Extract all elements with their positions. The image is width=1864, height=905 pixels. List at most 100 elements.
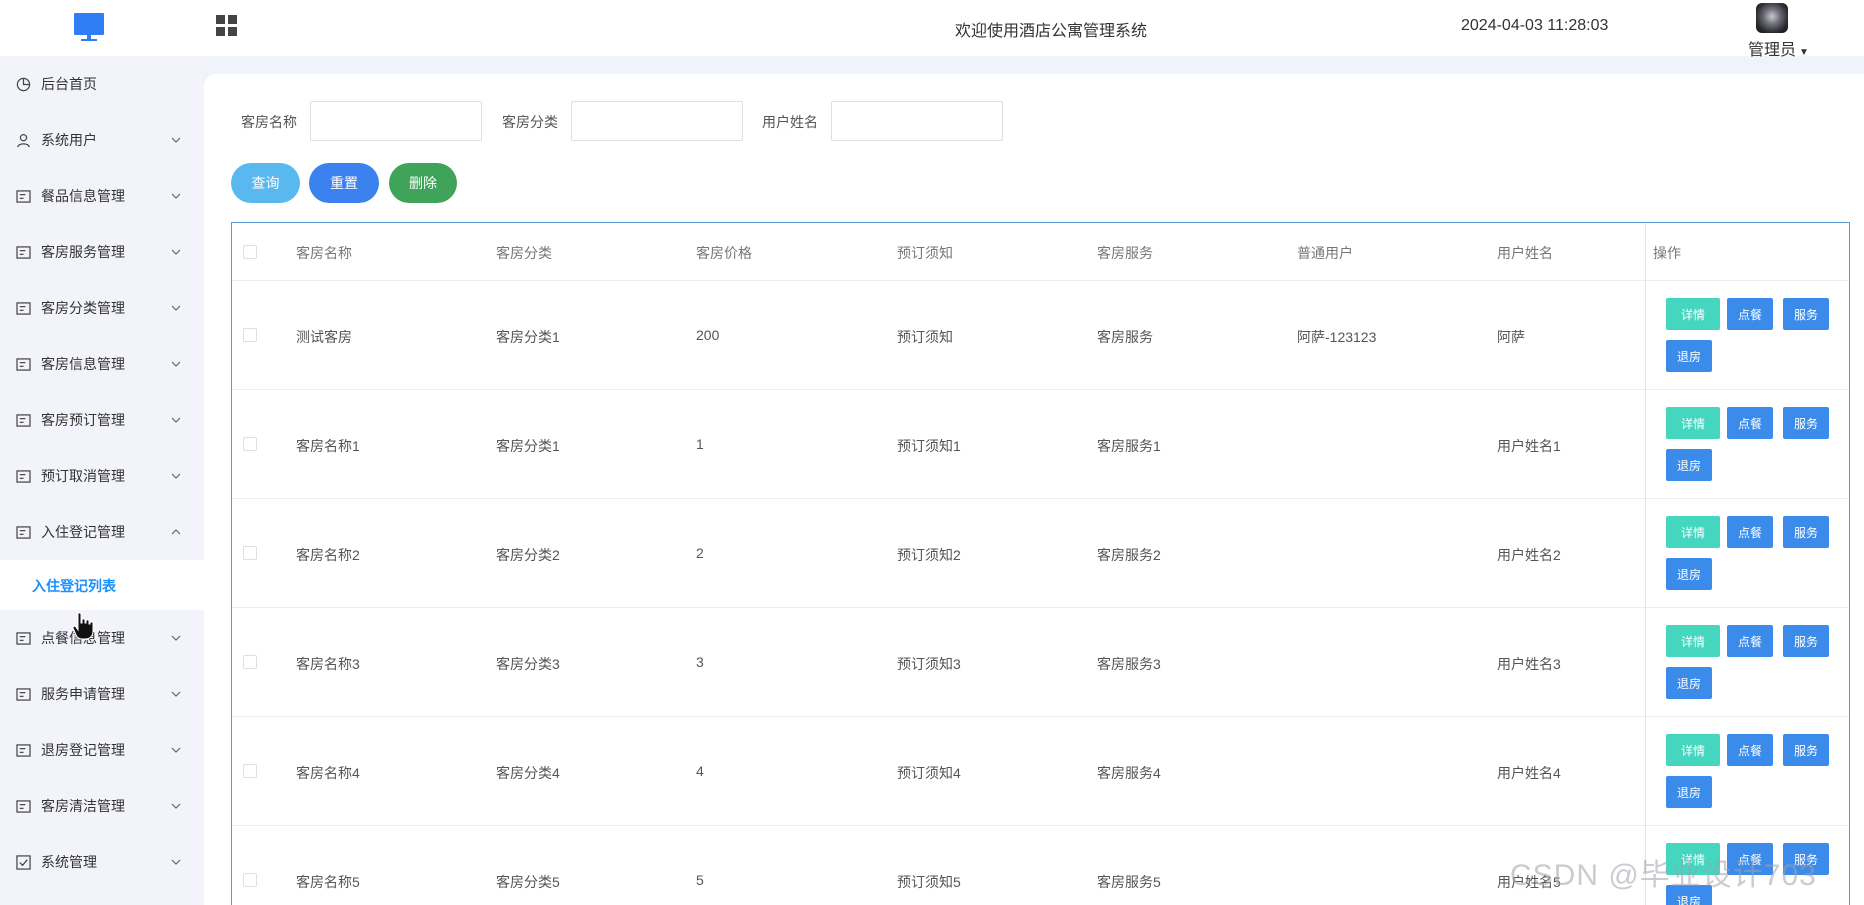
order-meal-button[interactable]: 点餐 (1727, 407, 1773, 439)
row-checkbox[interactable] (243, 546, 257, 560)
reset-button[interactable]: 重置 (309, 163, 379, 203)
checkout-button[interactable]: 退房 (1666, 558, 1712, 590)
checkout-button[interactable]: 退房 (1666, 340, 1712, 372)
hand-cursor-icon (72, 612, 94, 640)
service-button[interactable]: 服务 (1783, 625, 1829, 657)
user-name-input[interactable] (831, 101, 1003, 141)
list-icon (15, 468, 31, 484)
table-cell: 预订须知1 (897, 438, 961, 454)
order-meal-button[interactable]: 点餐 (1727, 516, 1773, 548)
chevron-down-icon (171, 247, 181, 258)
service-button[interactable]: 服务 (1783, 734, 1829, 766)
sidebar-item-13[interactable]: 系统管理 (0, 834, 204, 890)
sidebar-item-0[interactable]: 后台首页 (0, 56, 204, 112)
user-icon (15, 132, 31, 148)
search-label-room-category: 客房分类 (502, 114, 558, 130)
row-checkbox[interactable] (243, 764, 257, 778)
sidebar-item-label: 客房清洁管理 (41, 798, 125, 814)
chevron-down-icon: ▼ (1799, 47, 1809, 58)
sidebar-item-1[interactable]: 系统用户 (0, 112, 204, 168)
checkout-button[interactable]: 退房 (1666, 667, 1712, 699)
room-name-input[interactable] (310, 101, 482, 141)
detail-button[interactable]: 详情 (1666, 298, 1720, 330)
table-cell: 5 (696, 872, 704, 888)
top-header: 欢迎使用酒店公寓管理系统 2024-04-03 11:28:03 管理员 ▼ (0, 0, 1864, 59)
sidebar-item-4[interactable]: 客房分类管理 (0, 280, 204, 336)
sidebar-item-6[interactable]: 客房预订管理 (0, 392, 204, 448)
sidebar-item-label: 系统用户 (41, 132, 97, 148)
sidebar-subitem-checkin-list[interactable]: 入住登记列表 (0, 560, 204, 610)
table-cell: 预订须知5 (897, 874, 961, 890)
service-button[interactable]: 服务 (1783, 407, 1829, 439)
table-row: 客房名称3 客房分类3 3 预订须知3 客房服务3 用户姓名3 详情 点餐 服务 退房 (232, 608, 1849, 717)
order-meal-button[interactable]: 点餐 (1727, 298, 1773, 330)
table-cell: 用户姓名2 (1497, 547, 1561, 563)
row-checkbox[interactable] (243, 328, 257, 342)
list-icon (15, 356, 31, 372)
sidebar-item-3[interactable]: 客房服务管理 (0, 224, 204, 280)
sidebar-item-10[interactable]: 服务申请管理 (0, 666, 204, 722)
order-meal-button[interactable]: 点餐 (1727, 734, 1773, 766)
select-all-checkbox[interactable] (243, 245, 257, 259)
row-checkbox[interactable] (243, 437, 257, 451)
table-cell: 客房名称4 (296, 765, 360, 781)
query-button[interactable]: 查询 (231, 163, 300, 203)
table-cell: 客房名称1 (296, 438, 360, 454)
order-meal-button[interactable]: 点餐 (1727, 625, 1773, 657)
sidebar-item-label: 预订取消管理 (41, 468, 125, 484)
row-checkbox[interactable] (243, 873, 257, 887)
column-header: 用户姓名 (1497, 245, 1553, 261)
list-icon (15, 300, 31, 316)
table-cell: 客房分类1 (496, 329, 560, 345)
sidebar-item-12[interactable]: 客房清洁管理 (0, 778, 204, 834)
checkout-button[interactable]: 退房 (1666, 776, 1712, 808)
chevron-down-icon (171, 857, 181, 868)
room-category-input[interactable] (571, 101, 743, 141)
sidebar-item-label: 后台首页 (41, 76, 97, 92)
chevron-down-icon (171, 471, 181, 482)
avatar[interactable] (1756, 3, 1788, 33)
table-cell: 预订须知2 (897, 547, 961, 563)
row-checkbox[interactable] (243, 655, 257, 669)
table-cell: 客房名称3 (296, 656, 360, 672)
chevron-down-icon (171, 135, 181, 146)
table-cell: 客房服务5 (1097, 874, 1161, 890)
service-button[interactable]: 服务 (1783, 298, 1829, 330)
list-icon (15, 630, 31, 646)
user-dropdown[interactable]: 管理员 ▼ (1748, 36, 1809, 60)
column-header: 操作 (1653, 245, 1681, 261)
sidebar-item-label: 入住登记管理 (41, 524, 125, 540)
chevron-down-icon (171, 633, 181, 644)
sidebar-item-11[interactable]: 退房登记管理 (0, 722, 204, 778)
list-icon (15, 524, 31, 540)
sidebar-item-5[interactable]: 客房信息管理 (0, 336, 204, 392)
table-cell: 客房服务3 (1097, 656, 1161, 672)
chevron-down-icon (171, 415, 181, 426)
delete-button[interactable]: 删除 (389, 163, 457, 203)
chevron-down-icon (171, 359, 181, 370)
chevron-down-icon (171, 689, 181, 700)
search-label-room-name: 客房名称 (241, 114, 297, 130)
column-header: 预订须知 (897, 245, 953, 261)
current-datetime: 2024-04-03 11:28:03 (1461, 17, 1609, 34)
apps-grid-icon[interactable] (215, 14, 239, 38)
sidebar-item-9[interactable]: 点餐信息管理 (0, 610, 204, 666)
detail-button[interactable]: 详情 (1666, 407, 1720, 439)
sidebar-item-7[interactable]: 预订取消管理 (0, 448, 204, 504)
detail-button[interactable]: 详情 (1666, 516, 1720, 548)
detail-button[interactable]: 详情 (1666, 625, 1720, 657)
table-cell: 客房名称5 (296, 874, 360, 890)
service-button[interactable]: 服务 (1783, 516, 1829, 548)
table-cell: 客房分类1 (496, 438, 560, 454)
sidebar-item-2[interactable]: 餐品信息管理 (0, 168, 204, 224)
list-icon (15, 798, 31, 814)
list-icon (15, 412, 31, 428)
sidebar-item-8[interactable]: 入住登记管理 (0, 504, 204, 560)
sidebar-subitem-label: 入住登记列表 (32, 578, 116, 594)
checkout-button[interactable]: 退房 (1666, 449, 1712, 481)
search-label-user-name: 用户姓名 (762, 114, 818, 130)
list-icon (15, 244, 31, 260)
chevron-down-icon (171, 801, 181, 812)
detail-button[interactable]: 详情 (1666, 734, 1720, 766)
chevron-down-icon (171, 303, 181, 314)
